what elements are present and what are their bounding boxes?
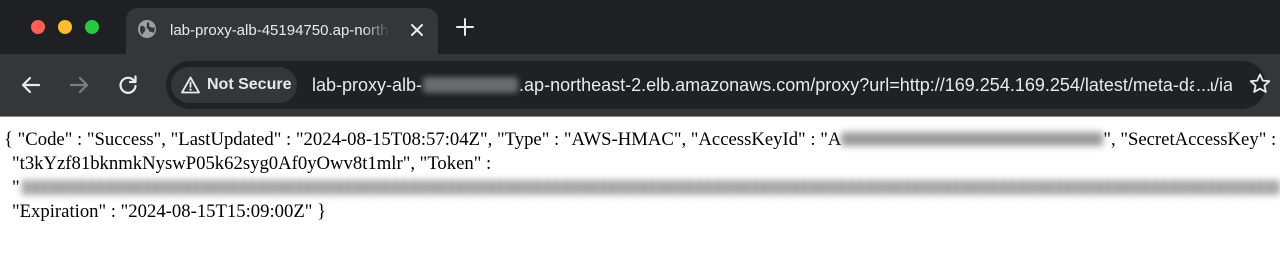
window-close-button[interactable]	[31, 20, 45, 34]
access-key-redacted	[841, 132, 1104, 146]
line1-prefix: { "Code" : "Success", "LastUpdated" : "2…	[4, 129, 842, 150]
star-icon[interactable]	[1248, 72, 1272, 96]
plus-icon[interactable]	[453, 15, 477, 39]
line1-suffix: ", "SecretAccessKey" :	[1103, 129, 1277, 150]
url-redacted	[423, 77, 519, 93]
token-redacted	[22, 180, 1280, 195]
arrow-right-icon[interactable]	[67, 73, 91, 97]
browser-tab[interactable]: lab-proxy-alb-45194750.ap-northeast-2.el…	[126, 8, 438, 54]
window-zoom-button[interactable]	[85, 20, 99, 34]
json-line-2: "t3kYzf81bknmkNyswP05k62syg0Af0yOwv8t1ml…	[12, 153, 492, 174]
browser-toolbar: Not Secure lab-proxy-alb- .ap-northeast-2…	[0, 54, 1280, 116]
url-ellipsis: ...	[1194, 73, 1212, 97]
window-minimize-button[interactable]	[58, 20, 72, 34]
line3-prefix: "	[12, 177, 20, 198]
reload-icon[interactable]	[116, 73, 140, 97]
url-text[interactable]: lab-proxy-alb- .ap-northeast-2.elb.amazon…	[312, 73, 1232, 97]
url-suffix: .ap-northeast-2.elb.amazonaws.com/proxy?…	[519, 75, 1232, 95]
warning-triangle-icon	[181, 76, 200, 94]
address-bar[interactable]: Not Secure lab-proxy-alb- .ap-northeast-2…	[166, 61, 1266, 109]
globe-icon	[137, 19, 157, 39]
json-line-1: { "Code" : "Success", "LastUpdated" : "2…	[4, 128, 1276, 152]
page-body: { "Code" : "Success", "LastUpdated" : "2…	[0, 117, 1280, 267]
tab-strip: lab-proxy-alb-45194750.ap-northeast-2.el…	[0, 0, 1280, 54]
tab-title: lab-proxy-alb-45194750.ap-northeast-2.el…	[170, 22, 390, 39]
url-prefix: lab-proxy-alb-	[312, 75, 423, 95]
close-icon[interactable]	[407, 20, 427, 40]
json-line-4: "Expiration" : "2024-08-15T15:09:00Z" }	[12, 201, 327, 222]
security-chip[interactable]: Not Secure	[171, 67, 297, 103]
arrow-left-icon[interactable]	[19, 73, 43, 97]
security-label: Not Secure	[207, 76, 292, 93]
json-line-3: "	[12, 176, 20, 200]
